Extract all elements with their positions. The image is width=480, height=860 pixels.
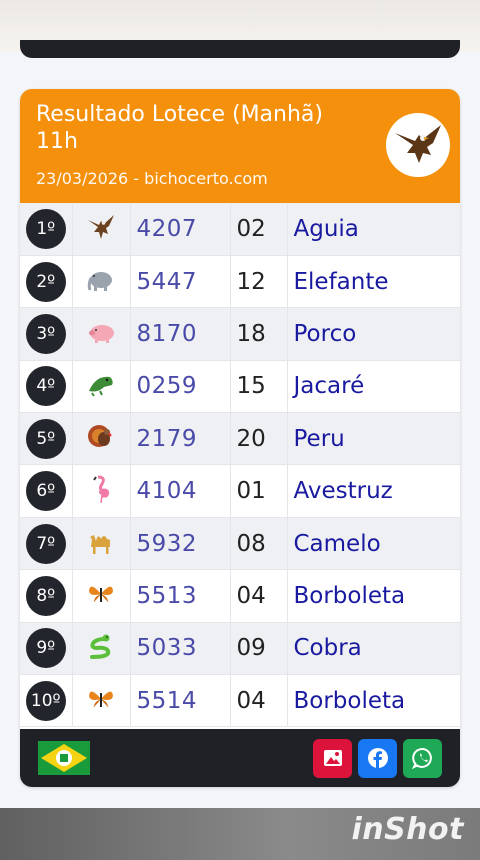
elephant-icon bbox=[86, 271, 116, 299]
animal-icon-cell bbox=[72, 464, 131, 518]
facebook-icon bbox=[367, 748, 388, 768]
grupo-cell: 08 bbox=[230, 517, 288, 571]
position-cell: 3º bbox=[20, 307, 73, 361]
animal-icon-cell bbox=[72, 360, 131, 414]
position-badge: 5º bbox=[25, 418, 66, 459]
position-badge: 6º bbox=[25, 471, 66, 512]
eagle-icon bbox=[86, 214, 116, 246]
result-row: 1º 4207 02 Aguia bbox=[20, 203, 460, 256]
animal-name-cell: Peru bbox=[287, 412, 460, 466]
animal-name-cell: Borboleta bbox=[287, 569, 460, 623]
milhar-cell: 4104 bbox=[130, 464, 231, 518]
previous-card-edge bbox=[20, 40, 460, 58]
animal-icon-cell bbox=[72, 622, 131, 676]
grupo-cell: 18 bbox=[230, 307, 288, 361]
animal-icon-cell bbox=[72, 517, 131, 571]
grupo-cell: 15 bbox=[230, 360, 288, 414]
milhar-cell: 0259 bbox=[130, 360, 231, 414]
butterfly-icon bbox=[86, 691, 116, 718]
position-badge: 3º bbox=[25, 313, 66, 354]
grupo-cell: 04 bbox=[230, 569, 288, 623]
animal-name-cell: Cobra bbox=[287, 622, 460, 676]
animal-icon-cell bbox=[72, 307, 131, 361]
position-badge: 10º bbox=[25, 680, 66, 721]
card-header: Resultado Lotece (Manhã) 11h 23/03/2026 … bbox=[20, 89, 460, 203]
animal-name-cell: Camelo bbox=[287, 517, 460, 571]
position-cell: 1º bbox=[20, 203, 73, 256]
animal-name-cell: Porco bbox=[287, 307, 460, 361]
milhar-cell: 5513 bbox=[130, 569, 231, 623]
facebook-share-button[interactable] bbox=[358, 738, 397, 778]
watermark: inShot bbox=[351, 812, 464, 847]
position-badge: 9º bbox=[25, 628, 66, 669]
animal-icon-cell bbox=[72, 255, 131, 309]
grupo-cell: 09 bbox=[230, 622, 288, 676]
ceara-flag-icon bbox=[38, 741, 90, 775]
milhar-cell: 5514 bbox=[130, 674, 231, 728]
milhar-cell: 5033 bbox=[130, 622, 231, 676]
animal-name-cell: Avestruz bbox=[287, 464, 460, 518]
result-row: 7º 5932 08 Camelo bbox=[20, 517, 460, 571]
grupo-cell: 01 bbox=[230, 464, 288, 518]
animal-icon-cell bbox=[72, 203, 131, 256]
card-title: Resultado Lotece (Manhã) 11h bbox=[36, 102, 323, 154]
position-badge: 2º bbox=[25, 261, 66, 302]
whatsapp-icon bbox=[411, 747, 432, 769]
flamingo-icon bbox=[86, 475, 116, 508]
position-badge: 7º bbox=[25, 523, 66, 564]
image-share-button[interactable] bbox=[313, 738, 352, 778]
animal-name-cell: Borboleta bbox=[287, 674, 460, 728]
results-table: 1º 4207 02 Aguia 2º 5447 12 Elefante 3º 8170 18 Por… bbox=[20, 203, 460, 728]
position-cell: 5º bbox=[20, 412, 73, 466]
position-badge: 8º bbox=[25, 575, 66, 616]
result-row: 3º 8170 18 Porco bbox=[20, 307, 460, 361]
position-cell: 6º bbox=[20, 464, 73, 518]
animal-icon-cell bbox=[72, 674, 131, 728]
grupo-cell: 04 bbox=[230, 674, 288, 728]
card-footer bbox=[20, 729, 460, 787]
result-card: Resultado Lotece (Manhã) 11h 23/03/2026 … bbox=[20, 89, 460, 787]
grupo-cell: 12 bbox=[230, 255, 288, 309]
result-row: 5º 2179 20 Peru bbox=[20, 412, 460, 466]
position-cell: 2º bbox=[20, 255, 73, 309]
butterfly-icon bbox=[86, 586, 116, 613]
milhar-cell: 8170 bbox=[130, 307, 231, 361]
result-row: 10º 5514 04 Borboleta bbox=[20, 674, 460, 728]
whatsapp-share-button[interactable] bbox=[403, 738, 442, 778]
animal-icon-cell bbox=[72, 412, 131, 466]
position-cell: 8º bbox=[20, 569, 73, 623]
position-cell: 7º bbox=[20, 517, 73, 571]
result-row: 4º 0259 15 Jacaré bbox=[20, 360, 460, 414]
milhar-cell: 5932 bbox=[130, 517, 231, 571]
result-row: 2º 5447 12 Elefante bbox=[20, 255, 460, 309]
camel-icon bbox=[86, 534, 116, 561]
result-row: 9º 5033 09 Cobra bbox=[20, 622, 460, 676]
share-buttons bbox=[313, 738, 442, 778]
animal-name-cell: Elefante bbox=[287, 255, 460, 309]
pig-icon bbox=[86, 324, 116, 351]
turkey-icon bbox=[86, 424, 116, 456]
result-row: 8º 5513 04 Borboleta bbox=[20, 569, 460, 623]
milhar-cell: 2179 bbox=[130, 412, 231, 466]
card-subtitle: 23/03/2026 - bichocerto.com bbox=[36, 169, 268, 188]
position-cell: 4º bbox=[20, 360, 73, 414]
animal-icon-cell bbox=[72, 569, 131, 623]
milhar-cell: 4207 bbox=[130, 203, 231, 256]
result-row: 6º 4104 01 Avestruz bbox=[20, 464, 460, 518]
grupo-cell: 20 bbox=[230, 412, 288, 466]
image-icon bbox=[323, 750, 342, 766]
eagle-icon bbox=[386, 113, 450, 177]
position-badge: 4º bbox=[25, 366, 66, 407]
position-cell: 10º bbox=[20, 674, 73, 728]
grupo-cell: 02 bbox=[230, 203, 288, 256]
animal-name-cell: Aguia bbox=[287, 203, 460, 256]
snake-icon bbox=[86, 634, 116, 665]
position-cell: 9º bbox=[20, 622, 73, 676]
animal-name-cell: Jacaré bbox=[287, 360, 460, 414]
crocodile-icon bbox=[86, 377, 116, 403]
position-badge: 1º bbox=[25, 208, 66, 249]
milhar-cell: 5447 bbox=[130, 255, 231, 309]
